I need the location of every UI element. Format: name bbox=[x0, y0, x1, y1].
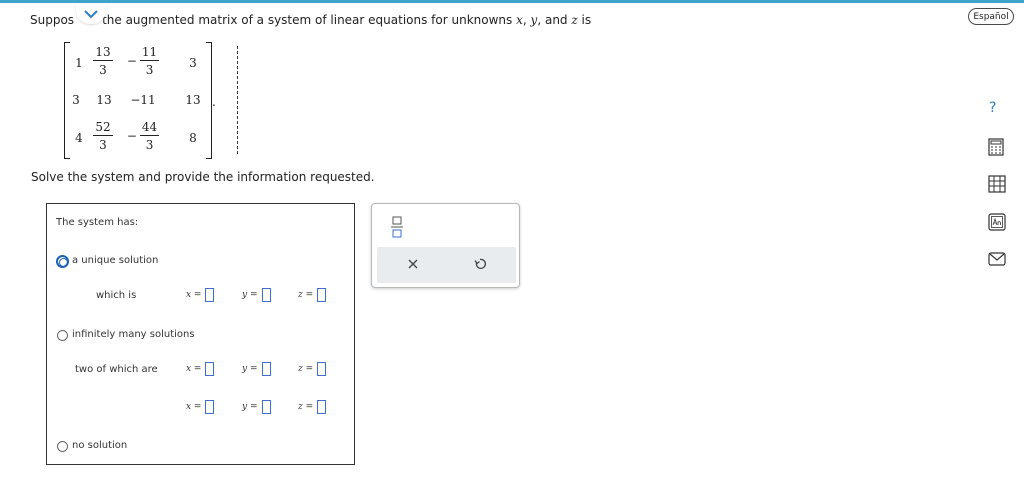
r3c3-numerator: 44 bbox=[139, 120, 160, 136]
chevron-down-icon bbox=[84, 9, 98, 18]
var-z: z bbox=[571, 13, 578, 27]
matrix-r1c2: 13 3 bbox=[90, 46, 116, 76]
r1c3-denominator: 3 bbox=[145, 63, 154, 77]
infinite1-x-eq: x = bbox=[186, 362, 215, 376]
matrix-r3c4: 8 bbox=[189, 131, 197, 145]
matrix-r1c1: 1 bbox=[75, 56, 83, 70]
prompt-middle: the augmented matrix of a system of line… bbox=[102, 13, 513, 27]
infinite-two-which-label: two of which are bbox=[75, 364, 158, 375]
infinite2-z-input[interactable] bbox=[317, 400, 327, 414]
r1c2-numerator: 13 bbox=[93, 45, 113, 61]
data-icon bbox=[988, 175, 1006, 193]
message-icon bbox=[988, 252, 1006, 266]
comma-2: , bbox=[537, 13, 542, 27]
matrix-r2c1: 3 bbox=[72, 93, 80, 107]
radio-infinite-solutions[interactable] bbox=[57, 330, 68, 341]
var-x: x bbox=[516, 13, 523, 27]
data-button[interactable] bbox=[988, 175, 1006, 197]
answer-heading: The system has: bbox=[56, 217, 139, 228]
option-unique-label: a unique solution bbox=[72, 255, 159, 266]
fraction-tool-button[interactable] bbox=[391, 216, 403, 242]
infinite2-y-eq: y = bbox=[242, 400, 271, 414]
unique-y-input[interactable] bbox=[261, 288, 271, 302]
r3c2-denominator: 3 bbox=[99, 138, 107, 152]
is-text: is bbox=[581, 13, 592, 27]
matrix-r1c4: 3 bbox=[189, 56, 197, 70]
top-accent-bar bbox=[0, 0, 1024, 3]
infinite1-z-eq: z = bbox=[298, 362, 327, 376]
matrix-period: . bbox=[212, 95, 216, 109]
radio-unique-solution[interactable] bbox=[56, 255, 69, 268]
unique-x-eq: x = bbox=[186, 288, 215, 302]
infinite2-x-eq: x = bbox=[186, 400, 215, 414]
unique-z-input[interactable] bbox=[317, 288, 327, 302]
r1c3-sign: − bbox=[126, 54, 137, 68]
infinite1-y-input[interactable] bbox=[261, 362, 271, 376]
radio-no-solution[interactable] bbox=[57, 441, 68, 452]
undo-icon bbox=[474, 258, 487, 270]
r3c2-numerator: 52 bbox=[93, 120, 113, 136]
tool-actions-bar bbox=[377, 247, 516, 283]
calculator-button[interactable] bbox=[988, 138, 1004, 160]
language-label: Español bbox=[973, 11, 1009, 22]
help-button[interactable]: ? bbox=[989, 100, 996, 116]
clear-button[interactable] bbox=[406, 256, 420, 275]
language-button[interactable]: Español bbox=[968, 8, 1014, 25]
unique-z-eq: z = bbox=[298, 288, 327, 302]
and-text: and bbox=[544, 13, 568, 27]
infinite2-x-input[interactable] bbox=[205, 400, 215, 414]
augmented-matrix: 1 13 3 − 11 3 3 3 13 −11 13 4 52 3 − 44 3 8 bbox=[64, 42, 238, 159]
undo-button[interactable] bbox=[473, 256, 487, 275]
matrix-r3c3: − 44 3 bbox=[126, 121, 160, 151]
r3c3-sign: − bbox=[126, 129, 137, 143]
option-infinite-label: infinitely many solutions bbox=[72, 329, 195, 340]
fraction-icon bbox=[391, 216, 403, 238]
unique-x-input[interactable] bbox=[205, 288, 215, 302]
option-no-solution-label: no solution bbox=[72, 440, 128, 451]
textbook-icon bbox=[988, 213, 1006, 231]
matrix-r2c2: 13 bbox=[96, 93, 112, 107]
answer-box: The system has: a unique solution which … bbox=[46, 203, 355, 465]
prompt-start: Suppos bbox=[30, 13, 75, 27]
matrix-r1c3: − 11 3 bbox=[126, 46, 160, 76]
r1c3-numerator: 11 bbox=[139, 45, 160, 61]
matrix-r2c3: −11 bbox=[130, 93, 156, 107]
message-button[interactable] bbox=[988, 251, 1006, 270]
infinite2-z-eq: z = bbox=[298, 400, 327, 414]
infinite1-y-eq: y = bbox=[242, 362, 271, 376]
r1c2-denominator: 3 bbox=[99, 63, 107, 77]
unique-y-eq: y = bbox=[242, 288, 271, 302]
r3c3-denominator: 3 bbox=[145, 138, 154, 152]
clear-icon bbox=[408, 259, 418, 269]
infinite1-x-input[interactable] bbox=[205, 362, 215, 376]
unique-which-is-label: which is bbox=[96, 290, 137, 301]
comma-1: , bbox=[522, 13, 527, 27]
instruction-text: Solve the system and provide the informa… bbox=[31, 170, 375, 184]
math-tool-panel bbox=[371, 203, 520, 288]
help-icon: ? bbox=[989, 100, 997, 116]
augment-divider bbox=[237, 46, 238, 154]
calculator-icon bbox=[988, 138, 1004, 156]
matrix-r3c1: 4 bbox=[75, 131, 83, 145]
infinite2-y-input[interactable] bbox=[261, 400, 271, 414]
infinite1-z-input[interactable] bbox=[317, 362, 327, 376]
matrix-r3c2: 52 3 bbox=[90, 121, 116, 151]
problem-prompt: Suppos the augmented matrix of a system o… bbox=[30, 13, 591, 27]
textbook-button[interactable] bbox=[988, 213, 1006, 235]
matrix-r2c4: 13 bbox=[185, 93, 201, 107]
